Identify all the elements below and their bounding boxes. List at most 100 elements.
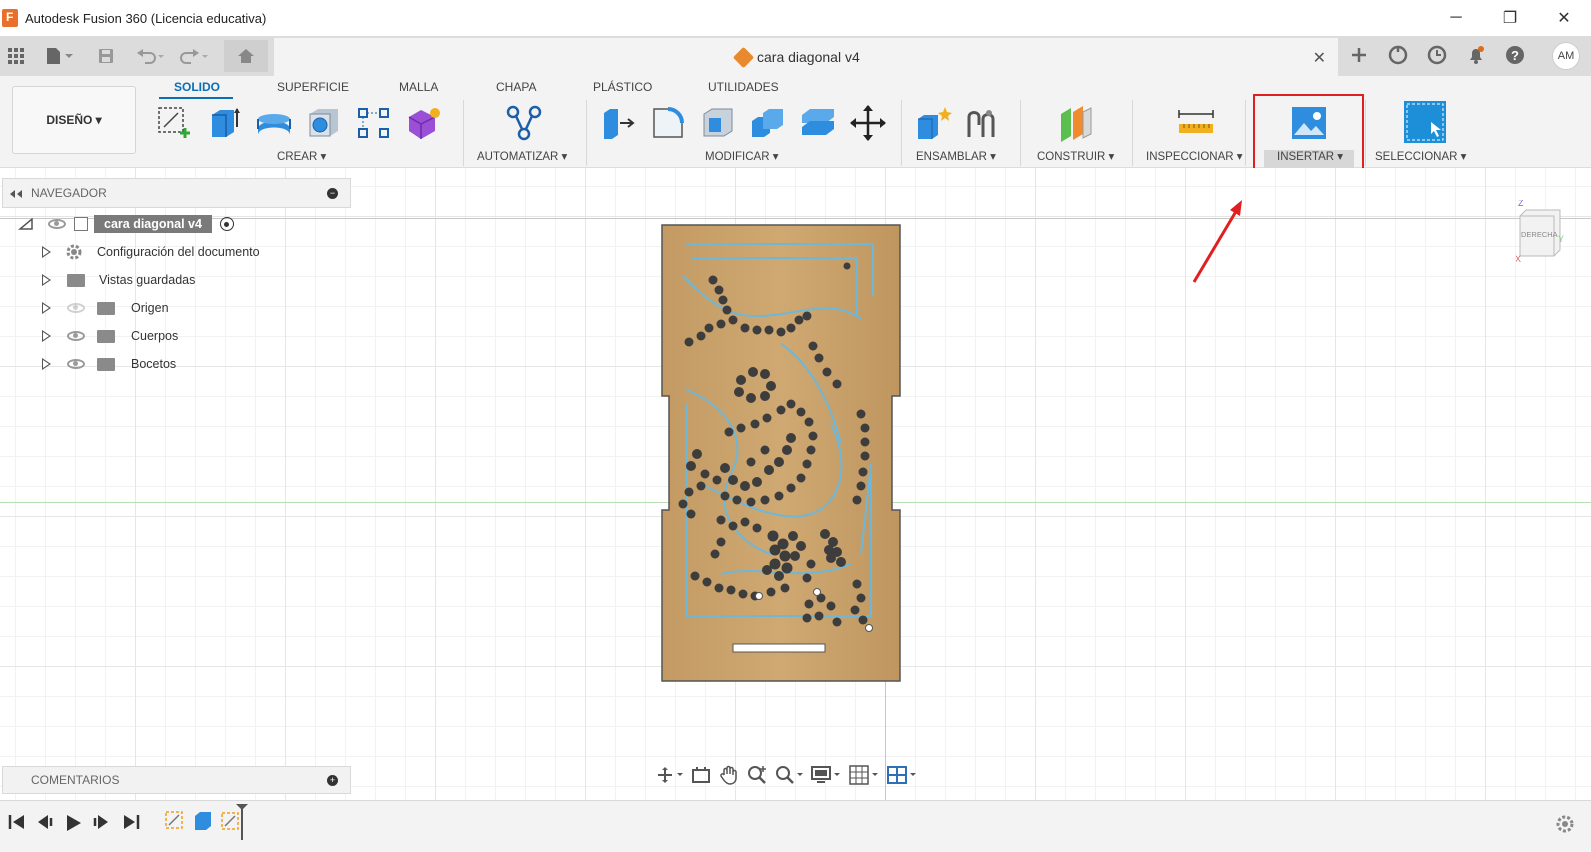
step-back-icon[interactable] (36, 814, 54, 835)
file-menu-icon[interactable] (42, 44, 76, 68)
workspace-selector[interactable]: DISEÑO ▾ (12, 86, 136, 154)
redo-icon[interactable] (178, 44, 212, 68)
create-sketch-icon[interactable] (155, 104, 193, 142)
expanded-triangle-icon[interactable] (18, 218, 34, 230)
tree-item-cuerpos[interactable]: Cuerpos (42, 324, 178, 348)
split-face-icon[interactable] (799, 104, 837, 142)
measure-icon[interactable] (1177, 104, 1215, 142)
tree-root-row[interactable]: cara diagonal v4 (18, 212, 234, 236)
browser-panel-header[interactable]: NAVEGADOR − (2, 178, 351, 208)
new-component-icon[interactable] (915, 104, 953, 142)
restore-button[interactable]: ❐ (1483, 0, 1537, 36)
tab-plastico[interactable]: PLÁSTICO (593, 80, 652, 94)
tab-utilidades[interactable]: UTILIDADES (708, 80, 779, 94)
save-icon[interactable] (94, 44, 118, 68)
joint-icon[interactable] (965, 104, 1003, 142)
expand-triangle-icon[interactable] (42, 246, 51, 258)
automate-icon[interactable] (505, 104, 543, 142)
timeline-sketch-item-icon[interactable] (164, 808, 186, 837)
tree-item-label: Origen (131, 301, 169, 315)
hidden-eye-icon[interactable] (67, 303, 85, 313)
extensions-icon[interactable] (1385, 42, 1411, 68)
tree-item-vistas[interactable]: Vistas guardadas (42, 268, 195, 292)
apps-grid-icon[interactable] (4, 44, 28, 68)
fusion-app-icon (2, 9, 18, 27)
play-icon[interactable] (64, 814, 82, 837)
zoom-icon[interactable] (747, 765, 767, 789)
tree-root-label[interactable]: cara diagonal v4 (94, 215, 212, 233)
group-crear-label[interactable]: CREAR ▾ (277, 149, 326, 163)
tab-malla[interactable]: MALLA (399, 80, 438, 94)
fit-zoom-window-icon[interactable] (775, 765, 803, 789)
timeline-sketch-item-icon[interactable] (220, 803, 256, 848)
expand-triangle-icon[interactable] (42, 358, 51, 370)
step-forward-icon[interactable] (92, 814, 110, 835)
comments-panel-header[interactable]: COMENTARIOS + (2, 766, 351, 794)
timeline-extrude-item-icon[interactable] (192, 808, 214, 837)
tree-item-label: Bocetos (131, 357, 177, 371)
go-to-end-icon[interactable] (122, 814, 140, 835)
wood-board-model[interactable] (661, 224, 901, 682)
notifications-bell-icon[interactable] (1463, 42, 1489, 68)
expand-triangle-icon[interactable] (42, 302, 51, 314)
group-inspeccionar-label[interactable]: INSPECCIONAR ▾ (1146, 149, 1243, 163)
minimize-button[interactable]: ─ (1429, 0, 1483, 36)
visibility-eye-icon[interactable] (48, 219, 66, 229)
browser-minus-icon[interactable]: − (327, 188, 338, 199)
revolve-icon[interactable] (255, 104, 293, 142)
folder-icon (97, 301, 115, 315)
visibility-eye-icon[interactable] (67, 359, 85, 369)
close-window-button[interactable]: ✕ (1537, 0, 1591, 36)
grid-settings-icon[interactable] (849, 765, 879, 789)
press-pull-icon[interactable] (599, 104, 637, 142)
group-construir-label[interactable]: CONSTRUIR ▾ (1037, 149, 1114, 163)
new-tab-plus-icon[interactable] (1346, 42, 1372, 68)
help-icon[interactable]: ? (1502, 42, 1528, 68)
pattern-icon[interactable] (355, 104, 393, 142)
tree-item-label: Cuerpos (131, 329, 179, 343)
undo-icon[interactable] (134, 44, 168, 68)
timeline-settings-gear-icon[interactable] (1555, 814, 1575, 839)
add-comment-icon[interactable]: + (327, 775, 338, 786)
group-insertar-label[interactable]: INSERTAR ▾ (1277, 149, 1343, 163)
gear-icon (66, 244, 82, 260)
job-status-clock-icon[interactable] (1424, 42, 1450, 68)
shell-icon[interactable] (699, 104, 737, 142)
view-cube[interactable]: Z Y X DERECHA (1515, 198, 1564, 264)
viewports-icon[interactable] (887, 765, 917, 789)
folder-icon (67, 273, 85, 287)
move-icon[interactable] (849, 104, 887, 142)
visibility-eye-icon[interactable] (67, 331, 85, 341)
collapse-arrows-icon[interactable] (9, 189, 23, 199)
tab-chapa[interactable]: CHAPA (496, 80, 536, 94)
document-tab-close-button[interactable]: ✕ (1313, 48, 1326, 68)
fillet-icon[interactable] (649, 104, 687, 142)
group-modificar-label[interactable]: MODIFICAR ▾ (705, 149, 779, 163)
horizon-line (0, 218, 1591, 219)
look-at-icon[interactable] (691, 766, 711, 788)
group-automatizar-label[interactable]: AUTOMATIZAR ▾ (477, 149, 567, 163)
create-form-icon[interactable] (405, 104, 443, 142)
expand-triangle-icon[interactable] (42, 330, 51, 342)
tab-superficie[interactable]: SUPERFICIE (277, 80, 349, 94)
offset-plane-icon[interactable] (1057, 104, 1095, 142)
group-seleccionar-label[interactable]: SELECCIONAR ▾ (1375, 149, 1466, 163)
expand-triangle-icon[interactable] (42, 274, 51, 286)
group-ensamblar-label[interactable]: ENSAMBLAR ▾ (916, 149, 996, 163)
hole-icon[interactable] (305, 104, 343, 142)
go-to-start-icon[interactable] (8, 814, 26, 835)
activate-radio-icon[interactable] (219, 217, 234, 231)
user-avatar[interactable]: AM (1552, 42, 1580, 70)
document-tab[interactable]: cara diagonal v4 ✕ (274, 38, 1338, 76)
tab-solido[interactable]: SOLIDO (174, 80, 220, 94)
orbit-icon[interactable] (657, 766, 683, 788)
home-icon[interactable] (224, 40, 268, 72)
tree-item-configuracion[interactable]: Configuración del documento (42, 240, 260, 264)
tree-item-bocetos[interactable]: Bocetos (42, 352, 176, 376)
tree-item-origen[interactable]: Origen (42, 296, 169, 320)
display-settings-icon[interactable] (811, 765, 841, 789)
select-icon[interactable] (1403, 100, 1447, 144)
extrude-icon[interactable] (205, 104, 243, 142)
combine-icon[interactable] (749, 104, 787, 142)
pan-hand-icon[interactable] (719, 765, 739, 789)
